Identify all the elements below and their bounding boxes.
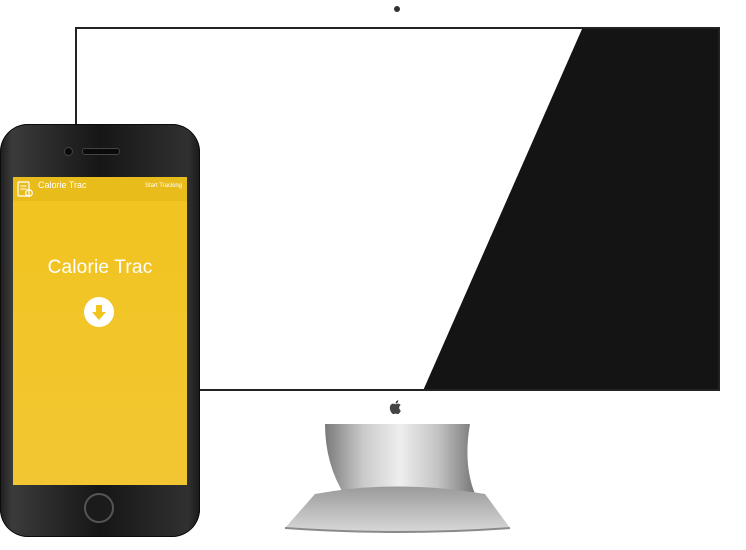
- phone-speaker: [82, 148, 120, 155]
- imac-camera: [394, 6, 400, 12]
- imac-stand: [285, 424, 510, 533]
- notepad-icon[interactable]: [16, 180, 34, 198]
- hero-title: Calorie Trac: [47, 257, 153, 278]
- apple-logo-icon: [389, 400, 401, 415]
- app-header: Calorie Trac Start Tracking: [13, 177, 187, 201]
- app-name[interactable]: Calorie Trac: [38, 180, 87, 190]
- front-camera: [64, 147, 73, 156]
- scroll-down-button[interactable]: [84, 297, 114, 327]
- start-tracking-link[interactable]: Start Tracking: [145, 183, 182, 189]
- smartphone: Calorie Trac Start Tracking Calorie Trac: [0, 124, 200, 537]
- arrow-down-circle-icon: [92, 305, 106, 320]
- home-button[interactable]: [84, 493, 114, 523]
- app-screen: Calorie Trac Start Tracking Calorie Trac: [13, 177, 187, 485]
